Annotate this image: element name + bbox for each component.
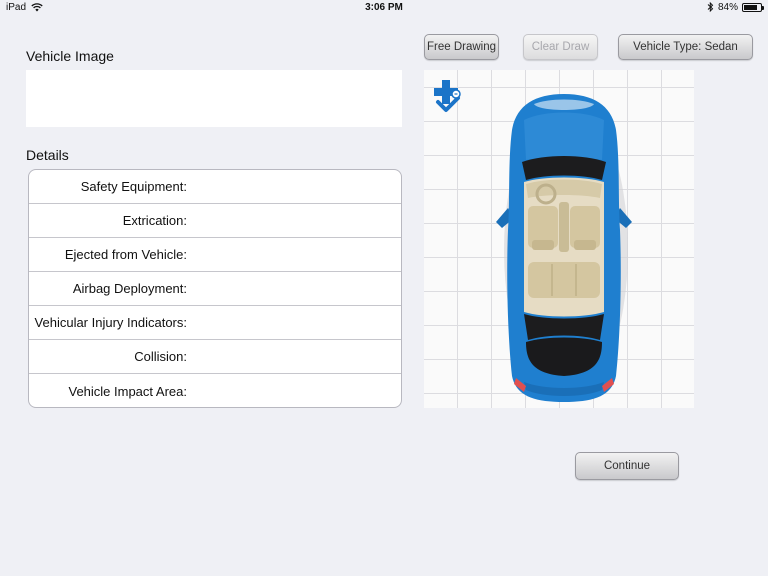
detail-label: Vehicle Impact Area: <box>68 383 187 399</box>
detail-label: Collision: <box>134 349 187 364</box>
detail-row-airbag[interactable]: Airbag Deployment: <box>29 272 401 306</box>
device-name: iPad <box>6 1 27 13</box>
status-time: 3:06 PM <box>365 1 403 13</box>
detail-row-ejected[interactable]: Ejected from Vehicle: <box>29 238 401 272</box>
detail-label: Vehicular Injury Indicators: <box>34 315 187 330</box>
status-right: 84% <box>522 1 764 13</box>
add-marker-icon[interactable] <box>432 78 464 114</box>
detail-label: Ejected from Vehicle: <box>64 247 187 262</box>
clear-draw-button[interactable]: Clear Draw <box>523 34 598 60</box>
detail-label: Airbag Deployment: <box>72 281 187 296</box>
sedan-top-view-car <box>496 94 632 402</box>
vehicle-drawing-canvas[interactable] <box>424 70 694 408</box>
status-bar: iPad 3:06 PM 84% <box>0 0 768 14</box>
bluetooth-icon <box>707 2 714 12</box>
detail-label: Safety Equipment: <box>80 179 187 194</box>
detail-row-collision[interactable]: Collision: <box>29 340 401 374</box>
vehicle-type-button[interactable]: Vehicle Type: Sedan <box>618 34 753 60</box>
battery-level <box>744 4 758 10</box>
detail-row-safety-equipment[interactable]: Safety Equipment: <box>29 170 401 204</box>
battery-percent: 84% <box>717 1 738 13</box>
vehicle-image-box[interactable] <box>26 70 402 127</box>
details-title: Details <box>26 147 69 163</box>
vehicle-image-title: Vehicle Image <box>26 48 114 64</box>
detail-row-injury-indicators[interactable]: Vehicular Injury Indicators: <box>29 306 401 340</box>
continue-button[interactable]: Continue <box>575 452 679 480</box>
free-drawing-button[interactable]: Free Drawing <box>424 34 499 60</box>
battery-icon <box>742 2 764 12</box>
details-table: Safety Equipment: Extrication: Ejected f… <box>28 169 402 408</box>
detail-row-impact-area[interactable]: Vehicle Impact Area: <box>29 374 401 407</box>
detail-row-extrication[interactable]: Extrication: <box>29 204 401 238</box>
detail-label: Extrication: <box>122 213 187 228</box>
wifi-icon <box>31 2 43 11</box>
status-left: iPad <box>6 2 246 13</box>
